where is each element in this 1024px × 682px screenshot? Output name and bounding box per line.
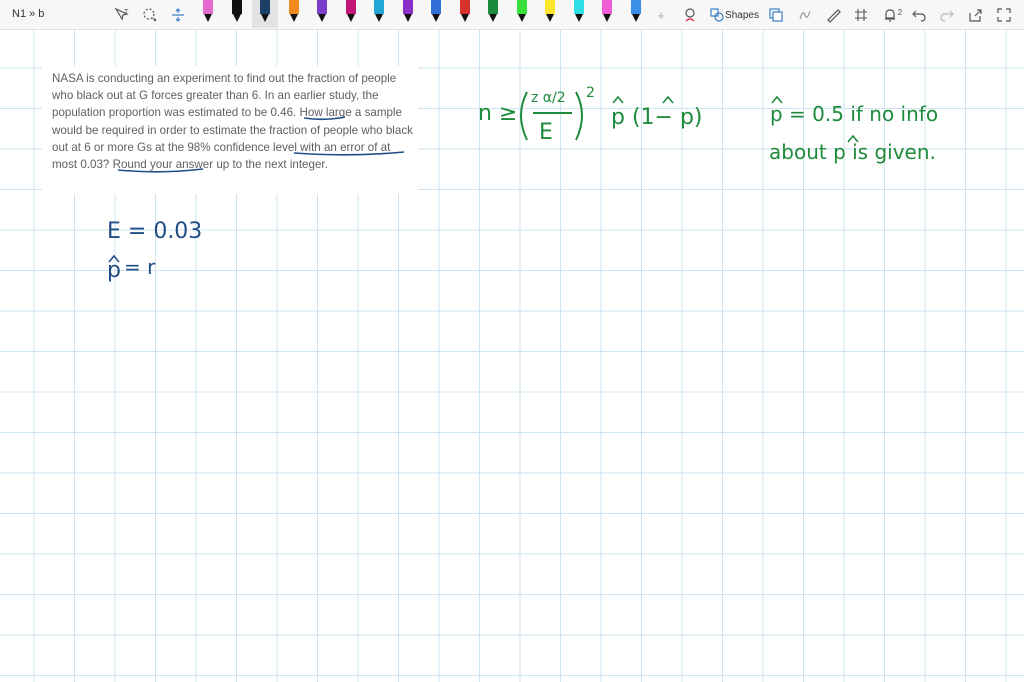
pen-magenta-icon[interactable] — [343, 0, 359, 28]
question-text: NASA is conducting an experiment to find… — [52, 72, 413, 172]
share-icon[interactable] — [967, 5, 983, 25]
document-title: N1 » b — [12, 8, 45, 20]
copy-icon[interactable] — [768, 5, 784, 25]
pen-highlighter-cyan-icon[interactable] — [571, 0, 587, 28]
ink-to-shape-icon[interactable] — [682, 5, 698, 25]
undo-icon[interactable] — [911, 5, 927, 25]
notification-count: 2 — [897, 7, 903, 17]
ruler-icon[interactable] — [825, 5, 841, 25]
pen-highlighter-blue-icon[interactable] — [628, 0, 644, 28]
add-pen-icon[interactable]: + — [654, 5, 668, 25]
fullscreen-icon[interactable] — [996, 5, 1012, 25]
toolbar: N1 » b T + Shapes 2 — [0, 0, 1024, 30]
pen-pink-icon[interactable] — [200, 0, 216, 28]
lasso-select-icon[interactable] — [142, 5, 158, 25]
grid-settings-icon[interactable] — [853, 5, 869, 25]
pen-black-1-icon[interactable] — [229, 0, 245, 28]
pen-green-dark-icon[interactable] — [485, 0, 501, 28]
pen-blue-icon[interactable] — [428, 0, 444, 28]
pen-purple-icon[interactable] — [314, 0, 330, 28]
pen-highlighter-green-icon[interactable] — [514, 0, 530, 28]
pen-cyan-icon[interactable] — [371, 0, 387, 28]
question-card: NASA is conducting an experiment to find… — [42, 66, 418, 194]
math-icon[interactable] — [797, 5, 813, 25]
pen-violet-icon[interactable] — [400, 0, 416, 28]
pen-navy-selected-icon[interactable] — [252, 0, 278, 28]
redo-icon[interactable] — [939, 5, 955, 25]
shapes-button[interactable]: Shapes — [725, 5, 759, 25]
svg-text:T: T — [124, 9, 129, 16]
pen-red-icon[interactable] — [457, 0, 473, 28]
pen-orange-icon[interactable] — [286, 0, 302, 28]
text-select-icon[interactable]: T — [114, 5, 130, 25]
shapes-icon[interactable] — [709, 5, 725, 25]
pen-highlighter-yellow-icon[interactable] — [542, 0, 558, 28]
pen-highlighter-pink-icon[interactable] — [599, 0, 615, 28]
insert-space-icon[interactable] — [170, 5, 186, 25]
